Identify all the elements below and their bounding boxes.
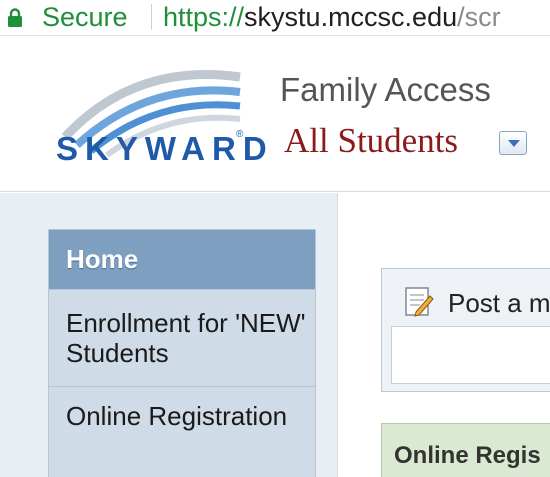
sidebar-item-online-registration[interactable]: Online Registration: [49, 387, 315, 477]
address-divider: [151, 4, 152, 30]
student-selector-value[interactable]: All Students: [284, 121, 458, 161]
post-message-input[interactable]: [391, 326, 550, 384]
post-message-header[interactable]: Post a m: [382, 269, 550, 319]
url-path: /scr: [457, 2, 501, 32]
student-dropdown-chevron-down-icon[interactable]: [499, 131, 527, 155]
sidebar-nav: Home Enrollment for 'NEW' Students Onlin…: [48, 229, 316, 477]
edit-note-icon: [405, 287, 434, 317]
security-label[interactable]: Secure: [42, 2, 128, 32]
url-host: skystu.mccsc.edu: [244, 2, 458, 32]
sidebar-item-home[interactable]: Home: [49, 230, 315, 290]
post-message-label: Post a m: [448, 288, 550, 318]
url-scheme: https://: [163, 2, 245, 32]
address-bar[interactable]: Secure https://skystu.mccsc.edu/scr: [0, 0, 550, 36]
post-message-panel: Post a m: [381, 268, 550, 392]
page-header: SKYWARD ® Family Access All Students: [0, 37, 550, 192]
logo-registered-mark: ®: [236, 129, 244, 140]
online-registration-box[interactable]: Online Regis: [381, 423, 550, 477]
sidebar: Home Enrollment for 'NEW' Students Onlin…: [0, 193, 338, 477]
lock-icon: [8, 8, 22, 27]
page-body: Home Enrollment for 'NEW' Students Onlin…: [0, 193, 550, 477]
app-title: Family Access: [280, 71, 491, 108]
online-registration-label: Online Regis: [394, 442, 541, 469]
url-text[interactable]: https://skystu.mccsc.edu/scr: [163, 2, 501, 32]
sidebar-item-enrollment[interactable]: Enrollment for 'NEW' Students: [49, 290, 315, 387]
